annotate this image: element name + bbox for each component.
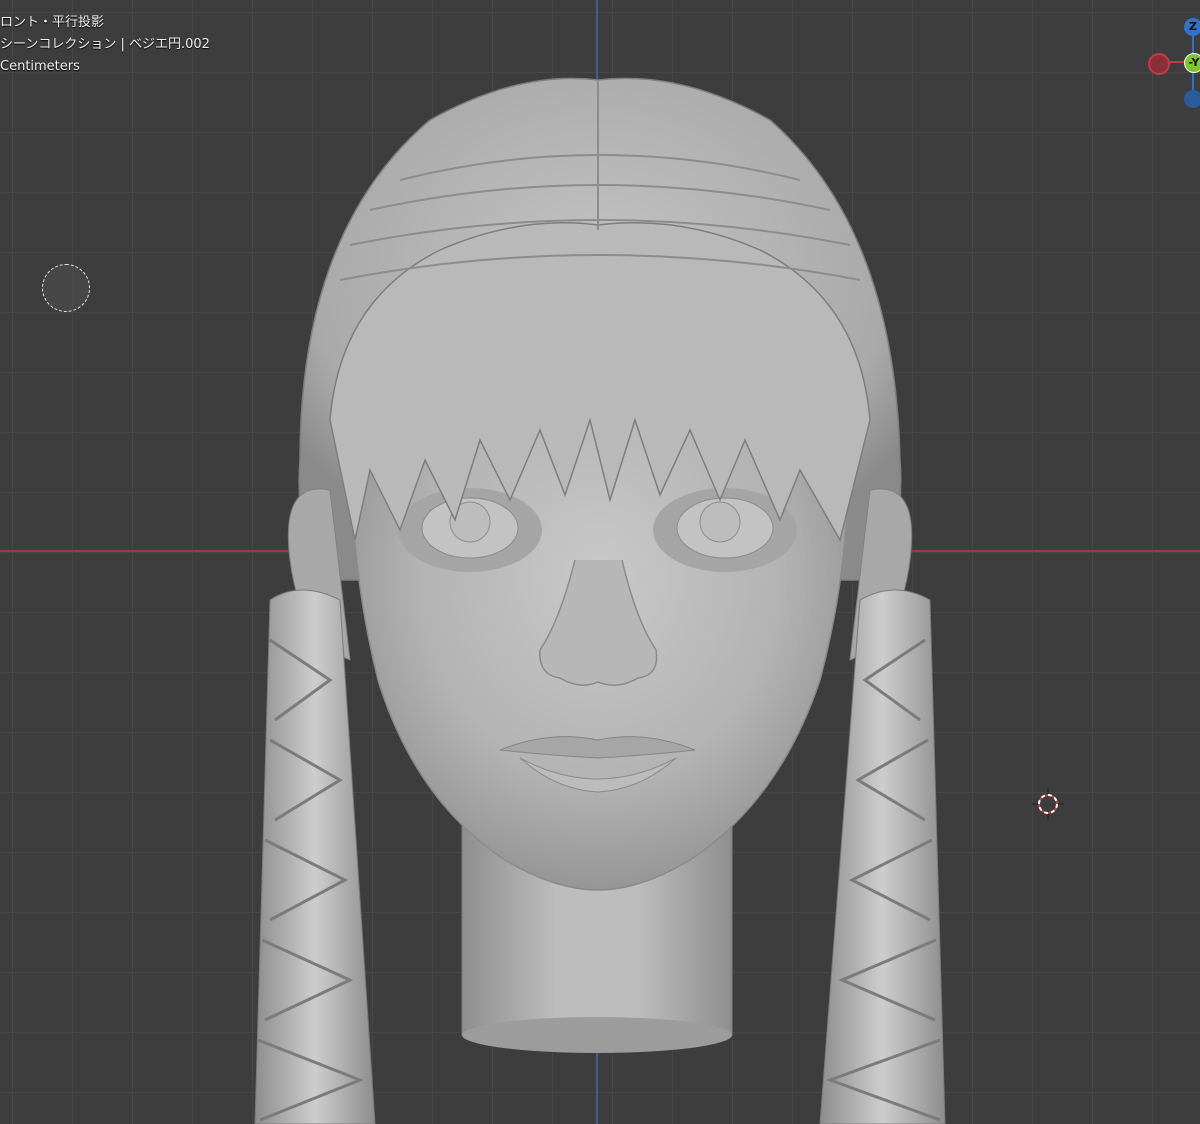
collection-info: シーンコレクション | ベジエ円.002 — [0, 37, 210, 52]
gizmo-z-label: Z — [1189, 20, 1197, 33]
3d-viewport[interactable]: ロント・平行投影 シーンコレクション | ベジエ円.002 Centimeter… — [0, 0, 1200, 1124]
right-iris — [699, 501, 741, 543]
unit-system: Centimeters — [0, 59, 80, 74]
navigation-gizmo[interactable]: Z -Y — [1140, 12, 1200, 112]
brush-circle-indicator — [42, 264, 90, 312]
view-name: ロント・平行投影 — [0, 15, 105, 30]
right-braid — [819, 589, 946, 1124]
gizmo-z-axis-button[interactable]: Z — [1184, 18, 1200, 36]
left-braid — [254, 589, 376, 1124]
3d-cursor-icon[interactable] — [1032, 788, 1064, 820]
neck-base — [462, 1017, 732, 1053]
gizmo-y-label: -Y — [1188, 56, 1200, 69]
gizmo-neg-x-axis-button[interactable] — [1148, 53, 1170, 75]
sculpted-head-model[interactable] — [0, 0, 1200, 1124]
gizmo-neg-y-axis-button[interactable]: -Y — [1184, 53, 1200, 73]
viewport-info-overlay: ロント・平行投影 シーンコレクション | ベジエ円.002 Centimeter… — [0, 12, 210, 78]
gizmo-neg-z-axis-button[interactable] — [1184, 90, 1200, 108]
